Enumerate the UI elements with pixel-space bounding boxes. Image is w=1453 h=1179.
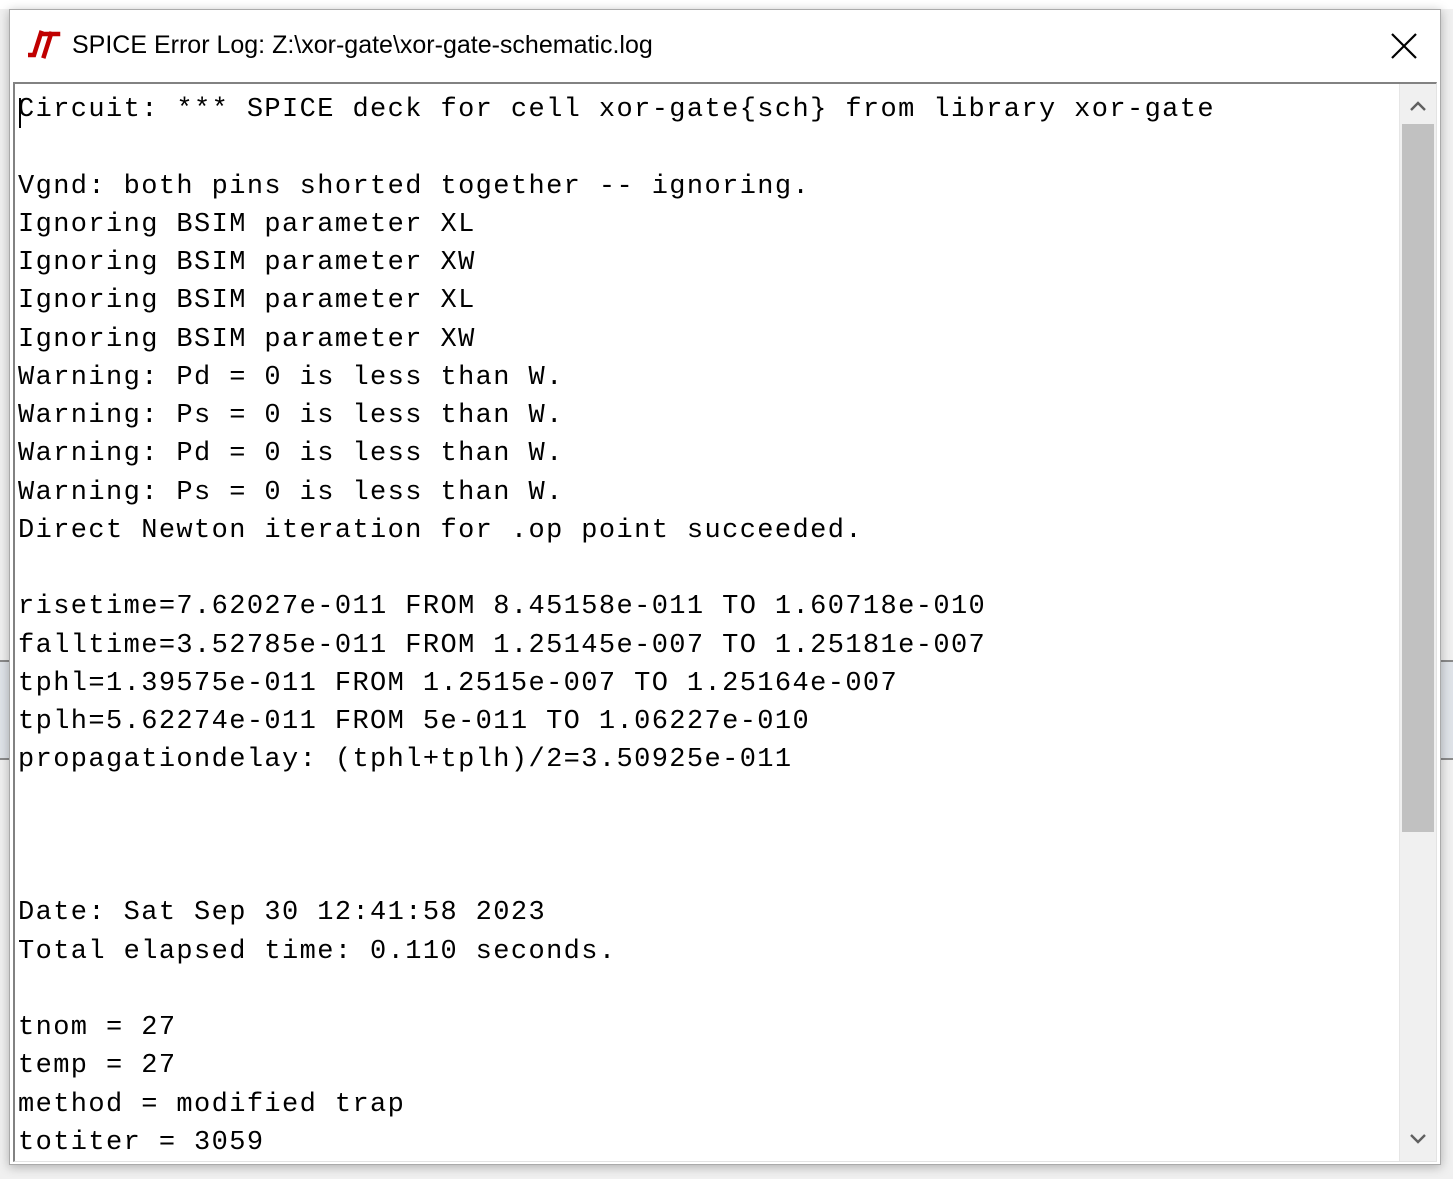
log-line: Warning: Ps = 0 is less than W. <box>18 401 564 431</box>
log-line: temp = 27 <box>18 1051 177 1082</box>
log-line: tnom = 27 <box>18 1013 177 1043</box>
log-line <box>18 971 1215 1009</box>
log-line: Warning: Pd = 0 is less than W. <box>18 439 564 470</box>
log-lines: Circuit: *** SPICE deck for cell xor-gat… <box>18 91 1215 1161</box>
log-line: propagationdelay: (tphl+tplh)/2=3.50925e… <box>18 745 793 776</box>
scroll-up-button[interactable] <box>1400 88 1436 124</box>
close-button[interactable] <box>1368 10 1440 82</box>
ltspice-logo-icon <box>26 30 68 60</box>
close-icon <box>1391 33 1417 59</box>
chevron-up-icon <box>1409 97 1427 116</box>
window-title: SPICE Error Log: Z:\xor-gate\xor-gate-sc… <box>72 31 653 59</box>
scroll-thumb[interactable] <box>1402 124 1434 832</box>
log-line: Date: Sat Sep 30 12:41:58 2023 <box>18 898 547 929</box>
log-line: risetime=7.62027e-011 FROM 8.45158e-011 … <box>18 592 987 623</box>
log-text-area[interactable]: Circuit: *** SPICE deck for cell xor-gat… <box>15 84 1399 1161</box>
log-line <box>18 129 1215 167</box>
log-line: method = modified trap <box>18 1089 406 1120</box>
log-line: Circuit: *** SPICE deck for cell xor-gat… <box>18 95 1215 125</box>
log-line <box>18 856 1215 894</box>
log-line <box>18 550 1215 588</box>
log-line: Vgnd: both pins shorted together -- igno… <box>18 171 811 202</box>
scroll-down-button[interactable] <box>1400 1121 1436 1157</box>
vertical-scrollbar[interactable] <box>1399 84 1436 1161</box>
log-line: Ignoring BSIM parameter XW <box>18 324 476 355</box>
log-line: tplh=5.62274e-011 FROM 5e-011 TO 1.06227… <box>18 707 811 737</box>
chevron-down-icon <box>1409 1130 1427 1149</box>
log-line: Ignoring BSIM parameter XL <box>18 286 476 317</box>
spice-error-log-window: SPICE Error Log: Z:\xor-gate\xor-gate-sc… <box>9 9 1441 1165</box>
log-line: Direct Newton iteration for .op point su… <box>18 515 863 546</box>
log-line: falltime=3.52785e-011 FROM 1.25145e-007 … <box>18 630 987 661</box>
log-line: Ignoring BSIM parameter XL <box>18 209 476 240</box>
text-caret <box>19 98 21 128</box>
log-line <box>18 780 1215 818</box>
log-line: Warning: Pd = 0 is less than W. <box>18 362 564 393</box>
log-line: Warning: Ps = 0 is less than W. <box>18 477 564 508</box>
log-line: tphl=1.39575e-011 FROM 1.2515e-007 TO 1.… <box>18 668 899 699</box>
log-line: totiter = 3059 <box>18 1127 265 1158</box>
title-bar[interactable]: SPICE Error Log: Z:\xor-gate\xor-gate-sc… <box>10 10 1440 82</box>
log-line: Total elapsed time: 0.110 seconds. <box>18 936 617 967</box>
log-line <box>18 818 1215 856</box>
desktop-background-top <box>0 0 1453 9</box>
log-text-frame: Circuit: *** SPICE deck for cell xor-gat… <box>13 82 1437 1162</box>
log-line: Ignoring BSIM parameter XW <box>18 248 476 278</box>
